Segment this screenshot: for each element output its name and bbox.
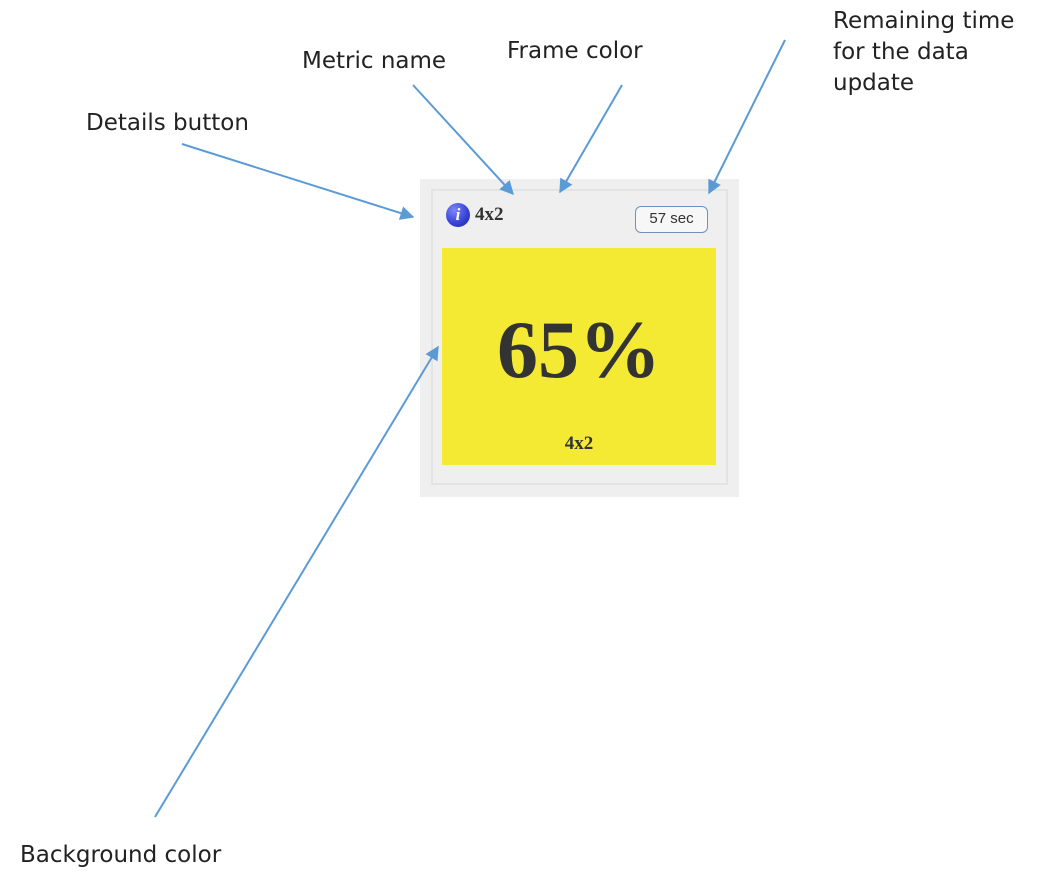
update-timer-badge: 57 sec <box>635 206 708 233</box>
arrow-frame-color <box>559 84 623 194</box>
callout-remaining-time-line-1: Remaining time <box>833 8 1015 34</box>
arrow-metric-name <box>412 84 514 196</box>
callout-details-button: Details button <box>86 110 249 136</box>
callout-frame-color: Frame color <box>507 38 643 64</box>
metric-tile[interactable]: 65% 4x2 <box>442 248 716 465</box>
metric-caption: 4x2 <box>564 433 594 454</box>
arrow-background-color <box>154 345 439 818</box>
callout-metric-name: Metric name <box>302 48 447 74</box>
metric-title: 4x2 <box>475 204 504 225</box>
metric-value: 65% <box>497 304 661 395</box>
info-icon[interactable]: i <box>446 203 470 227</box>
arrow-remaining-time <box>708 39 786 195</box>
arrow-details-button <box>181 143 415 220</box>
callout-remaining-time-line-2: for the data <box>833 39 969 65</box>
callout-background-color: Background color <box>20 842 222 868</box>
callout-remaining-time-line-3: update <box>833 70 915 96</box>
callout-remaining-time: Remaining time for the data update <box>833 6 1014 99</box>
